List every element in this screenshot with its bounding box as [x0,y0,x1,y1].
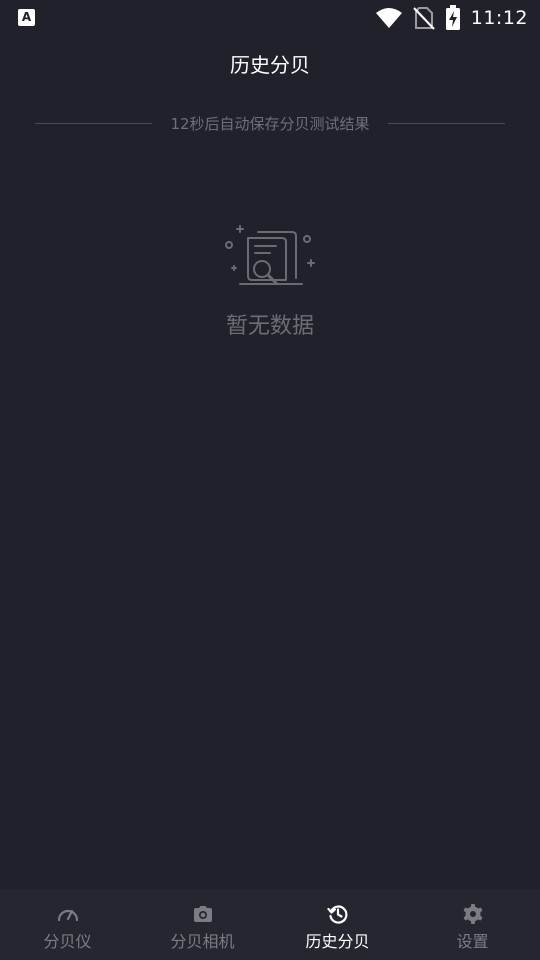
speedometer-icon [57,909,78,922]
document-search-icon [225,225,315,285]
status-bar: A 11:12 [0,0,540,36]
nav-item-settings[interactable]: 设置 [405,889,540,960]
nav-label: 分贝相机 [170,932,235,951]
clock: 11:12 [470,7,528,29]
screen: A 11:12 历史分贝 12秒后自动保存分贝测试结果 暂无数据 分贝仪 分贝相… [0,0,540,960]
nav-label: 历史分贝 [305,932,370,951]
no-sim-icon [412,7,435,30]
nav-item-decibel-meter[interactable]: 分贝仪 [0,889,135,960]
wifi-icon [375,8,402,28]
divider-right [387,122,505,124]
empty-state-text: 暂无数据 [225,314,314,339]
nav-item-history[interactable]: 历史分贝 [270,889,405,960]
bottom-nav: 分贝仪 分贝相机 历史分贝 设置 [0,889,540,960]
status-bar-right: 11:12 [375,4,528,32]
app-notification-icon: A [18,9,35,26]
page-title: 历史分贝 [230,53,310,77]
battery-charging-icon [445,5,460,30]
nav-item-decibel-camera[interactable]: 分贝相机 [135,889,270,960]
nav-label: 分贝仪 [43,932,92,951]
gear-icon [463,904,482,924]
save-hint-row: 12秒后自动保存分贝测试结果 [35,110,505,136]
history-icon [326,905,347,924]
save-hint-text: 12秒后自动保存分贝测试结果 [170,114,370,133]
divider-left [35,122,153,124]
nav-label: 设置 [456,932,489,951]
camera-icon [193,906,212,922]
